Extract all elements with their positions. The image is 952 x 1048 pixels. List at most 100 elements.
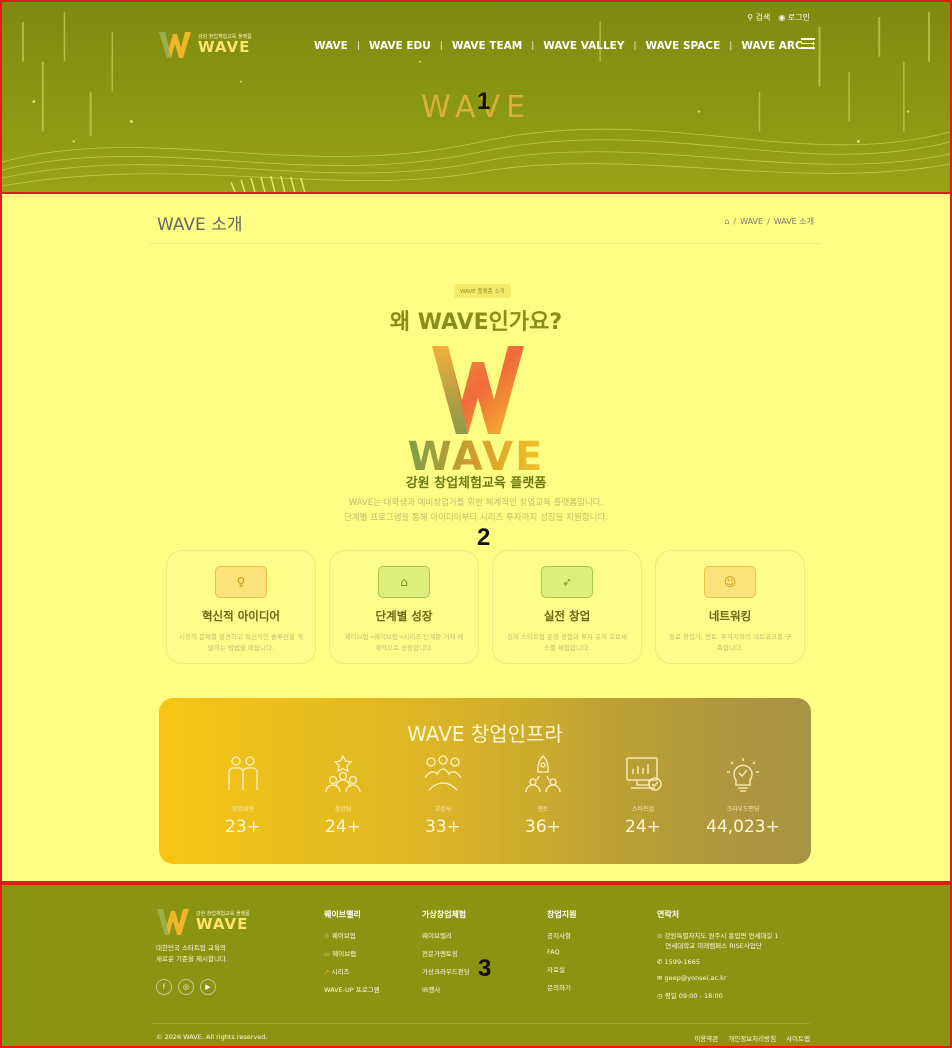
feature-desc: 시장의 문제를 발견하고 혁신적인 솔루션을 개발하는 방법을 배웁니다. bbox=[179, 633, 303, 652]
footer-link[interactable]: WAVE-UP 프로그램 bbox=[324, 984, 380, 994]
nav-separator: | bbox=[439, 41, 443, 51]
footer-col-virtual: 가상창업체험 웨이브밸리 전문가멘토링 가상크라우드펀딩 IR행사 bbox=[422, 909, 470, 1002]
section-headline: 왜 WAVE인가요? bbox=[389, 310, 563, 335]
breadcrumb-item[interactable]: WAVE bbox=[740, 217, 763, 226]
feature-title: 실전 창업 bbox=[543, 609, 591, 623]
clock-icon: ◷ bbox=[657, 992, 663, 1000]
footer-link[interactable]: ♧ 웨이브업 bbox=[324, 930, 380, 940]
logo-wordmark: WAVE bbox=[198, 38, 251, 56]
people-icon: ☺ bbox=[704, 566, 756, 598]
page-header: WAVE 소개 ⌂ / WAVE / WAVE 소개 bbox=[150, 208, 820, 244]
annotation-label-2: 2 bbox=[477, 524, 491, 551]
mail-icon: ✉ bbox=[657, 974, 663, 982]
page-title: WAVE 소개 bbox=[157, 215, 243, 235]
mentor-icon bbox=[525, 755, 561, 793]
stat-label: 창업팀 bbox=[334, 806, 352, 813]
footer-link[interactable]: 가상크라우드펀딩 bbox=[422, 966, 470, 976]
footer-divider bbox=[152, 1023, 810, 1024]
feature-title: 혁신적 아이디어 bbox=[201, 609, 281, 623]
nav-separator: | bbox=[531, 41, 535, 51]
feature-desc: 실제 스타트업 운영 경험과 투자 유치 프로세스를 체험합니다. bbox=[506, 633, 628, 652]
email: ✉ geep@yonsei.ac.kr bbox=[657, 974, 727, 982]
terms-link[interactable]: 이용약관 bbox=[694, 1033, 718, 1043]
stat-value: 23+ bbox=[225, 817, 261, 837]
main-nav: WAVE | WAVE EDU | WAVE TEAM | WAVE VALLE… bbox=[314, 40, 824, 52]
wave-logo-icon bbox=[432, 346, 524, 434]
sitemap-link[interactable]: 사이트맵 bbox=[786, 1033, 810, 1043]
header-logo[interactable]: 강원 창업체험교육 플랫폼 WAVE bbox=[158, 30, 252, 60]
footer-col-title: 웨이브밸리 bbox=[324, 910, 361, 919]
infra-stats-panel: WAVE 창업인프라 창업회원 23+ 창업팀 24+ 교강사 33+ 멘토 3… bbox=[159, 698, 811, 864]
nav-item-wave-team[interactable]: WAVE TEAM bbox=[452, 40, 522, 52]
annotation-label-3: 3 bbox=[478, 955, 492, 982]
facebook-icon[interactable]: f bbox=[156, 979, 172, 995]
stat-label: 교강사 bbox=[434, 806, 452, 813]
hierarchy-icon: ⌂ bbox=[378, 566, 430, 598]
phone: ✆ 1599-1665 bbox=[657, 958, 700, 966]
footer-col-title: 연락처 bbox=[657, 910, 680, 919]
breadcrumb: ⌂ / WAVE / WAVE 소개 bbox=[724, 217, 814, 226]
stat-label: 멘토 bbox=[537, 806, 549, 813]
login-link[interactable]: ◉ 로그인 bbox=[778, 12, 810, 23]
infra-title: WAVE 창업인프라 bbox=[407, 722, 563, 746]
stat-value: 24+ bbox=[325, 817, 361, 837]
feature-card[interactable]: ➶ 실전 창업 실제 스타트업 운영 경험과 투자 유치 프로세스를 체험합니다… bbox=[492, 550, 642, 664]
lightbulb-icon: ♀ bbox=[215, 566, 267, 598]
footer-link[interactable]: 웨이브밸리 bbox=[422, 930, 470, 940]
copyright: © 2026 WAVE. All rights reserved. bbox=[156, 1033, 268, 1041]
wave-logo-icon bbox=[157, 909, 189, 935]
footer-slogan: 대한민국 스타트업 교육의 새로운 기준을 제시합니다. bbox=[156, 944, 228, 963]
instagram-icon[interactable]: ◎ bbox=[178, 979, 194, 995]
footer-logo[interactable]: 강원 창업체험교육 플랫폼 WAVE bbox=[156, 907, 250, 937]
top-utility-bar: ⚲ 검색 ◉ 로그인 bbox=[747, 12, 810, 23]
stat-item: 교강사 33+ bbox=[393, 754, 493, 837]
nav-item-wave-edu[interactable]: WAVE EDU bbox=[369, 40, 431, 52]
footer-link[interactable]: ↗ 시리즈 bbox=[324, 966, 380, 976]
platform-description: WAVE는 대학생과 예비창업가를 위한 체계적인 창업교육 플랫폼입니다. 단… bbox=[343, 498, 609, 523]
stat-item: 크라우드펀딩 44,023+ bbox=[693, 754, 793, 837]
feature-desc: 웨이브업→웨이브랩→시리즈 단계를 거쳐 체계적으로 성장합니다. bbox=[344, 633, 464, 652]
location-icon: ⊙ bbox=[657, 932, 663, 940]
stat-label: 스타트업 bbox=[631, 806, 655, 813]
wave-logo-icon bbox=[159, 32, 191, 58]
youtube-icon[interactable]: ▶ bbox=[200, 979, 216, 995]
home-icon[interactable]: ⌂ bbox=[724, 217, 729, 226]
nav-item-wave-valley[interactable]: WAVE VALLEY bbox=[543, 40, 624, 52]
nav-item-wave-arc[interactable]: WAVE ARC bbox=[741, 40, 802, 52]
stat-value: 33+ bbox=[425, 817, 461, 837]
footer-link[interactable]: 자료실 bbox=[547, 964, 576, 974]
user-icon: ◉ bbox=[778, 13, 786, 22]
footer-link[interactable]: ▭ 웨이브랩 bbox=[324, 948, 380, 958]
phone-icon: ✆ bbox=[657, 958, 663, 966]
nav-item-wave[interactable]: WAVE bbox=[314, 40, 348, 52]
crowdfunding-icon bbox=[727, 758, 759, 792]
feature-card[interactable]: ⌂ 단계별 성장 웨이브업→웨이브랩→시리즈 단계를 거쳐 체계적으로 성장합니… bbox=[329, 550, 479, 664]
footer-col-title: 가상창업체험 bbox=[422, 910, 467, 919]
feature-title: 네트워킹 bbox=[708, 609, 752, 623]
footer-link[interactable]: 문의하기 bbox=[547, 982, 576, 992]
footer-link[interactable]: 전문가멘토링 bbox=[422, 948, 470, 958]
footer-link[interactable]: FAQ bbox=[547, 948, 576, 956]
stat-item: 스타트업 24+ bbox=[593, 754, 693, 837]
footer-link[interactable]: IR행사 bbox=[422, 984, 470, 994]
stat-item: 창업회원 23+ bbox=[193, 754, 293, 837]
address: ⊙ 강원특별자치도 원주시 흥업면 연세대길 1 연세대학교 미래캠퍼스 RIS… bbox=[657, 932, 779, 950]
sprout-icon: ♧ bbox=[324, 932, 330, 940]
footer-link[interactable]: 공지사항 bbox=[547, 930, 576, 940]
footer-brand: 강원 창업체험교육 플랫폼 WAVE 대한민국 스타트업 교육의 새로운 기준을… bbox=[156, 907, 250, 995]
nav-separator: | bbox=[633, 41, 637, 51]
hero-title: WAVE bbox=[420, 90, 532, 125]
members-icon bbox=[228, 756, 258, 790]
hero-header: 강원 창업체험교육 플랫폼 WAVE ⚲ 검색 ◉ 로그인 WAVE | WAV… bbox=[0, 0, 952, 194]
privacy-link[interactable]: 개인정보처리방침 bbox=[728, 1033, 776, 1043]
team-icon bbox=[325, 754, 361, 793]
feature-card[interactable]: ☺ 네트워킹 동료 창업가, 멘토, 투자자와의 네트워크를 구축합니다. bbox=[655, 550, 805, 664]
hamburger-icon[interactable] bbox=[801, 38, 815, 50]
flask-icon: ▭ bbox=[324, 950, 331, 958]
nav-item-wave-space[interactable]: WAVE SPACE bbox=[646, 40, 721, 52]
social-links: f ◎ ▶ bbox=[156, 979, 250, 995]
feature-card[interactable]: ♀ 혁신적 아이디어 시장의 문제를 발견하고 혁신적인 솔루션을 개발하는 방… bbox=[166, 550, 316, 664]
stat-item: 멘토 36+ bbox=[493, 754, 593, 837]
search-link[interactable]: ⚲ 검색 bbox=[747, 12, 770, 23]
platform-subtitle: 강원 창업체험교육 플랫폼 bbox=[405, 476, 547, 491]
